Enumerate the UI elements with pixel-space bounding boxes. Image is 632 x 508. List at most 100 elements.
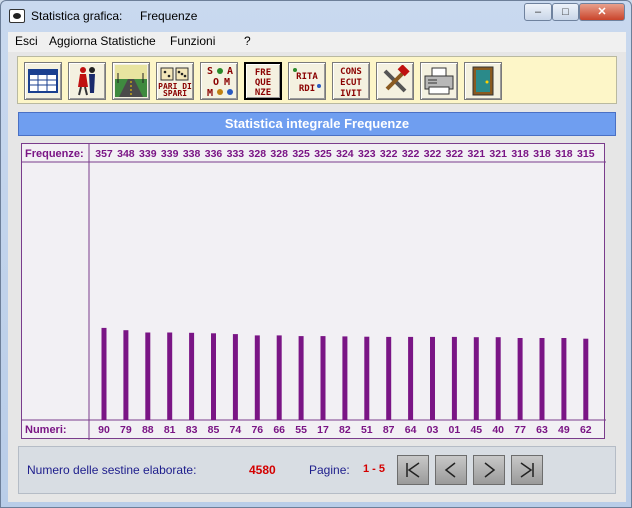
ritardi-icon: RITA RDI <box>293 68 321 94</box>
bar-40 <box>495 337 501 420</box>
maximize-button[interactable]: □ <box>552 3 579 21</box>
eye-app-icon <box>9 9 25 23</box>
number-label-81: 81 <box>164 424 176 436</box>
value-label-63: 318 <box>533 148 551 160</box>
last-page-button[interactable] <box>511 455 543 485</box>
value-label-45: 321 <box>468 148 486 160</box>
bar-45 <box>473 337 479 420</box>
dancers-icon <box>78 67 95 96</box>
consecutivi-button[interactable]: CONS ECUT IVIT <box>332 62 370 100</box>
bar-66 <box>276 335 282 420</box>
svg-text:IVIT: IVIT <box>340 89 362 98</box>
svg-text:NZE: NZE <box>255 88 271 97</box>
first-page-button[interactable] <box>397 455 429 485</box>
number-label-88: 88 <box>142 424 154 436</box>
next-page-button[interactable] <box>473 455 505 485</box>
next-page-icon <box>484 462 496 478</box>
bar-88 <box>145 332 151 420</box>
processed-label: Numero delle sestine elaborate: <box>27 463 197 477</box>
bar-74 <box>232 334 238 420</box>
menu-funzioni[interactable]: Funzioni <box>170 34 215 48</box>
number-label-45: 45 <box>470 424 482 436</box>
svg-text:M: M <box>207 88 213 98</box>
road-button[interactable] <box>112 62 150 100</box>
number-label-87: 87 <box>383 424 395 436</box>
svg-text:RITA: RITA <box>296 72 318 82</box>
minimize-button[interactable]: – <box>524 3 552 21</box>
printer-button[interactable] <box>420 62 458 100</box>
bar-55 <box>298 336 304 420</box>
table-icon <box>28 69 58 93</box>
bar-83 <box>189 332 195 420</box>
tools-icon <box>383 65 410 93</box>
frequenze-row-label: Frequenze: <box>25 148 84 160</box>
svg-text:CONS: CONS <box>340 67 362 77</box>
chart-title-banner: Statistica integrale Frequenze <box>18 112 616 136</box>
value-label-81: 339 <box>161 148 179 160</box>
value-label-66: 328 <box>270 148 288 160</box>
bar-90 <box>101 327 107 420</box>
number-label-85: 85 <box>208 424 220 436</box>
number-label-40: 40 <box>492 424 504 436</box>
bar-85 <box>211 333 216 420</box>
frequency-chart-svg: Frequenze: Numeri: 357 90 348 79 339 88 339 81 3… <box>22 144 606 440</box>
road-icon <box>115 65 147 97</box>
number-label-90: 90 <box>98 424 110 436</box>
printer-icon <box>424 67 454 95</box>
svg-text:FRE: FRE <box>255 68 271 78</box>
number-label-49: 49 <box>558 424 570 436</box>
dancers-button[interactable] <box>68 62 106 100</box>
pages-value: 1 - 5 <box>363 463 386 475</box>
value-label-83: 338 <box>183 148 201 160</box>
number-label-83: 83 <box>186 424 198 436</box>
value-label-17: 325 <box>314 148 332 160</box>
svg-text:QUE: QUE <box>255 78 271 88</box>
number-label-76: 76 <box>251 424 263 436</box>
bar-03 <box>430 336 435 420</box>
previous-page-button[interactable] <box>435 455 467 485</box>
ritardi-button[interactable]: RITA RDI <box>288 62 326 100</box>
svg-text:RDI: RDI <box>299 84 315 94</box>
value-label-62: 315 <box>577 148 595 160</box>
number-label-62: 62 <box>580 424 592 436</box>
value-label-51: 323 <box>358 148 376 160</box>
window-title-app: Statistica grafica: <box>31 9 123 23</box>
value-label-64: 322 <box>402 148 420 160</box>
client-area: PARI DI SPARI S A O M M FRE QUE NZE RITA… <box>8 52 626 502</box>
value-label-49: 318 <box>555 148 573 160</box>
menu-aggiorna-statistiche[interactable]: Aggiorna Statistiche <box>49 34 156 48</box>
value-label-55: 325 <box>292 148 310 160</box>
table-button[interactable] <box>24 62 62 100</box>
bar-77 <box>517 338 523 420</box>
bar-81 <box>167 332 173 420</box>
menu-help[interactable]: ? <box>244 34 251 48</box>
bar-82 <box>342 336 348 420</box>
svg-text:S: S <box>207 66 213 77</box>
close-button[interactable]: ✕ <box>579 3 625 21</box>
value-label-90: 357 <box>95 148 113 160</box>
number-label-01: 01 <box>449 424 461 436</box>
processed-count: 4580 <box>249 463 276 477</box>
value-label-82: 324 <box>336 148 354 160</box>
value-label-76: 328 <box>249 148 267 160</box>
value-label-77: 318 <box>511 148 529 160</box>
pari-dispari-button[interactable]: PARI DI SPARI <box>156 62 194 100</box>
number-label-82: 82 <box>339 424 351 436</box>
number-label-79: 79 <box>120 424 132 436</box>
somme-icon: S A O M M <box>207 66 233 98</box>
number-label-77: 77 <box>514 424 526 436</box>
frequenze-icon: FRE QUE NZE <box>255 68 271 97</box>
tools-button[interactable] <box>376 62 414 100</box>
window-title-section: Frequenze <box>140 9 198 23</box>
value-label-03: 322 <box>424 148 442 160</box>
menu-bar: Esci Aggiorna Statistiche Funzioni ? <box>8 32 626 52</box>
number-label-74: 74 <box>230 424 242 436</box>
svg-text:M: M <box>224 77 230 88</box>
menu-esci[interactable]: Esci <box>15 34 38 48</box>
somme-button[interactable]: S A O M M <box>200 62 238 100</box>
bar-87 <box>386 336 392 420</box>
exit-button[interactable] <box>464 62 502 100</box>
title-bar[interactable]: Statistica grafica: Frequenze – □ ✕ <box>1 1 631 31</box>
frequenze-button[interactable]: FRE QUE NZE <box>244 62 282 100</box>
value-label-01: 322 <box>446 148 464 160</box>
